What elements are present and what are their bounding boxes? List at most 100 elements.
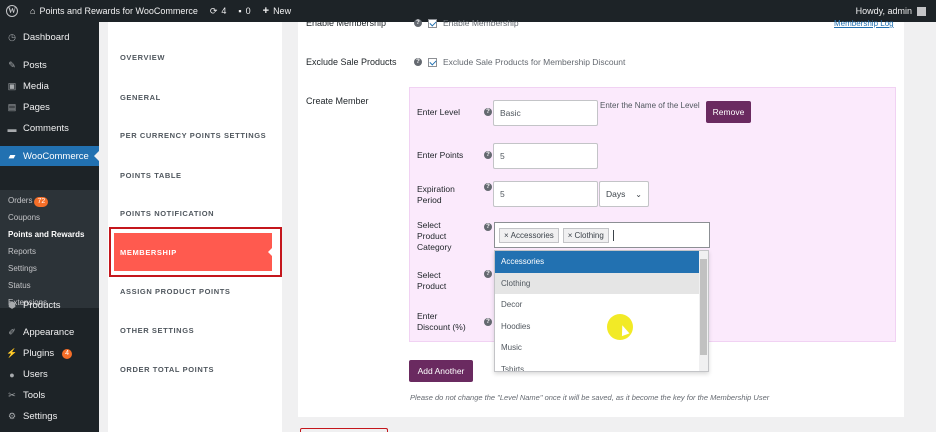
enable-membership-checkbox[interactable]	[428, 18, 437, 28]
remove-button[interactable]: Remove	[706, 101, 751, 123]
scrollbar-thumb[interactable]	[700, 259, 707, 355]
sidebar-item-users[interactable]: ● Users	[0, 369, 99, 380]
tab-order-total-points[interactable]: ORDER TOTAL POINTS	[120, 365, 214, 374]
sidebar-item-pages[interactable]: ▤ Pages	[0, 102, 99, 113]
submenu-reports[interactable]: Reports	[8, 247, 36, 256]
greeting-text: Howdy, admin	[855, 6, 912, 16]
save-button-edge[interactable]	[300, 428, 388, 432]
help-icon[interactable]: ?	[484, 183, 492, 191]
tag-label: Accessories	[510, 230, 554, 240]
updates-count: 4	[221, 6, 227, 16]
sidebar-item-label: Users	[23, 369, 48, 380]
dropdown-option-accessories[interactable]: Accessories	[495, 251, 700, 273]
enter-level-label: Enter Level	[417, 107, 460, 117]
level-name-input[interactable]: Basic	[493, 100, 598, 126]
category-label-line1: Select	[417, 220, 441, 230]
sidebar-item-products[interactable]: ⬢ Products	[0, 300, 99, 311]
new-content-link[interactable]: + New	[257, 0, 297, 22]
select-product-label-line1: Select	[417, 270, 441, 280]
sidebar-item-label: Posts	[23, 60, 47, 71]
sidebar-item-dashboard[interactable]: ◷ Dashboard	[0, 32, 99, 43]
remove-tag-icon[interactable]: ×	[504, 231, 509, 240]
tag-label: Clothing	[574, 230, 604, 240]
help-icon[interactable]: ?	[484, 318, 492, 326]
sidebar-item-comments[interactable]: ▬ Comments	[0, 123, 99, 134]
points-input[interactable]: 5	[493, 143, 598, 169]
avatar	[917, 6, 926, 16]
tab-overview[interactable]: OVERVIEW	[120, 53, 165, 62]
text-caret	[612, 229, 614, 241]
sidebar-item-label: Tools	[23, 390, 46, 401]
remove-tag-icon[interactable]: ×	[568, 231, 573, 240]
category-tag-accessories: × Accessories	[499, 227, 559, 243]
sidebar-item-label: Dashboard	[23, 32, 70, 43]
discount-label-line2: Discount (%)	[417, 322, 466, 332]
tab-general[interactable]: GENERAL	[120, 93, 161, 102]
expiration-label-line1: Expiration	[417, 184, 455, 194]
dropdown-option-tshirts[interactable]: Tshirts	[495, 359, 700, 371]
dropdown-option-hoodies[interactable]: Hoodies	[495, 316, 700, 338]
help-icon[interactable]: ?	[414, 19, 422, 27]
dropdown-scrollbar[interactable]	[699, 251, 708, 371]
user-icon: ●	[9, 369, 15, 380]
exclude-sale-products-label: Exclude Sale Products	[306, 57, 397, 67]
comments-link[interactable]: ▪ 0	[232, 0, 256, 22]
tab-points-notification[interactable]: POINTS NOTIFICATION	[120, 209, 214, 218]
category-dropdown-list: Accessories Clothing Decor Hoodies Music…	[494, 250, 709, 372]
tab-assign-product-points[interactable]: ASSIGN PRODUCT POINTS	[120, 287, 231, 296]
site-name-link[interactable]: ⌂ Points and Rewards for WooCommerce	[24, 0, 204, 22]
sidebar-item-tools[interactable]: ✂ Tools	[0, 390, 99, 401]
enter-points-label: Enter Points	[417, 150, 464, 160]
help-icon[interactable]: ?	[484, 151, 492, 159]
submenu-coupons[interactable]: Coupons	[8, 213, 40, 222]
help-icon[interactable]: ?	[484, 270, 492, 278]
dropdown-option-clothing[interactable]: Clothing	[495, 272, 700, 294]
help-icon[interactable]: ?	[484, 223, 492, 231]
sidebar-item-label: Settings	[23, 411, 58, 422]
dropdown-option-decor[interactable]: Decor	[495, 294, 700, 316]
tab-other-settings[interactable]: OTHER SETTINGS	[120, 326, 194, 335]
wrench-icon: ✂	[8, 390, 16, 400]
membership-log-link[interactable]: Membership Log	[834, 19, 894, 28]
sidebar-item-label: Products	[23, 300, 61, 311]
sidebar-item-posts[interactable]: ✎ Posts	[0, 60, 99, 71]
discount-label-line1: Enter	[417, 311, 438, 321]
active-tab-highlight-frame: MEMBERSHIP	[109, 227, 282, 277]
help-icon[interactable]: ?	[484, 108, 492, 116]
sidebar-item-media[interactable]: ▣ Media	[0, 81, 99, 92]
submenu-points-and-rewards[interactable]: Points and Rewards	[8, 230, 84, 239]
pages-icon: ▤	[7, 102, 17, 112]
add-another-button[interactable]: Add Another	[409, 360, 473, 382]
dropdown-option-music[interactable]: Music	[495, 337, 700, 359]
woo-icon: ▰	[8, 150, 16, 161]
category-tag-clothing: × Clothing	[562, 227, 609, 243]
submenu-settings[interactable]: Settings	[8, 264, 37, 273]
help-icon[interactable]: ?	[414, 58, 422, 66]
tab-per-currency-points-settings[interactable]: PER CURRENCY POINTS SETTINGS	[120, 131, 266, 140]
exclude-sale-products-checkbox-label: Exclude Sale Products for Membership Dis…	[443, 57, 626, 67]
tab-membership[interactable]: MEMBERSHIP	[114, 233, 273, 271]
submenu-orders-label: Orders	[8, 196, 33, 205]
expiration-unit-select[interactable]: Days ⌄	[599, 181, 649, 207]
updates-link[interactable]: ⟳ 4	[204, 0, 233, 22]
expiration-value-input[interactable]: 5	[493, 181, 598, 207]
submenu-status[interactable]: Status	[8, 281, 31, 290]
expiration-unit-value: Days	[606, 189, 626, 199]
woocommerce-submenu: Orders 72 Coupons Points and Rewards Repo…	[0, 190, 99, 308]
site-name-label: Points and Rewards for WooCommerce	[39, 6, 198, 16]
submenu-orders[interactable]: Orders 72	[8, 196, 49, 207]
brush-icon: ✐	[8, 327, 16, 337]
comments-count: 0	[245, 6, 251, 16]
sidebar-item-plugins[interactable]: ⚡ Plugins 4	[0, 348, 99, 359]
settings-icon: ⚙	[7, 411, 17, 421]
exclude-sale-products-checkbox[interactable]	[428, 57, 437, 67]
wordpress-logo-button[interactable]: W	[0, 0, 24, 22]
sidebar-item-settings[interactable]: ⚙ Settings	[0, 411, 99, 422]
wordpress-icon: W	[6, 5, 18, 17]
sidebar-item-label: WooCommerce	[23, 150, 89, 162]
sidebar-item-appearance[interactable]: ✐ Appearance	[0, 327, 99, 338]
category-multiselect[interactable]: × Accessories × Clothing	[494, 222, 710, 248]
sidebar-item-woocommerce[interactable]: ▰ WooCommerce	[0, 146, 99, 166]
account-menu[interactable]: Howdy, admin	[856, 6, 936, 16]
tab-points-table[interactable]: POINTS TABLE	[120, 171, 182, 180]
